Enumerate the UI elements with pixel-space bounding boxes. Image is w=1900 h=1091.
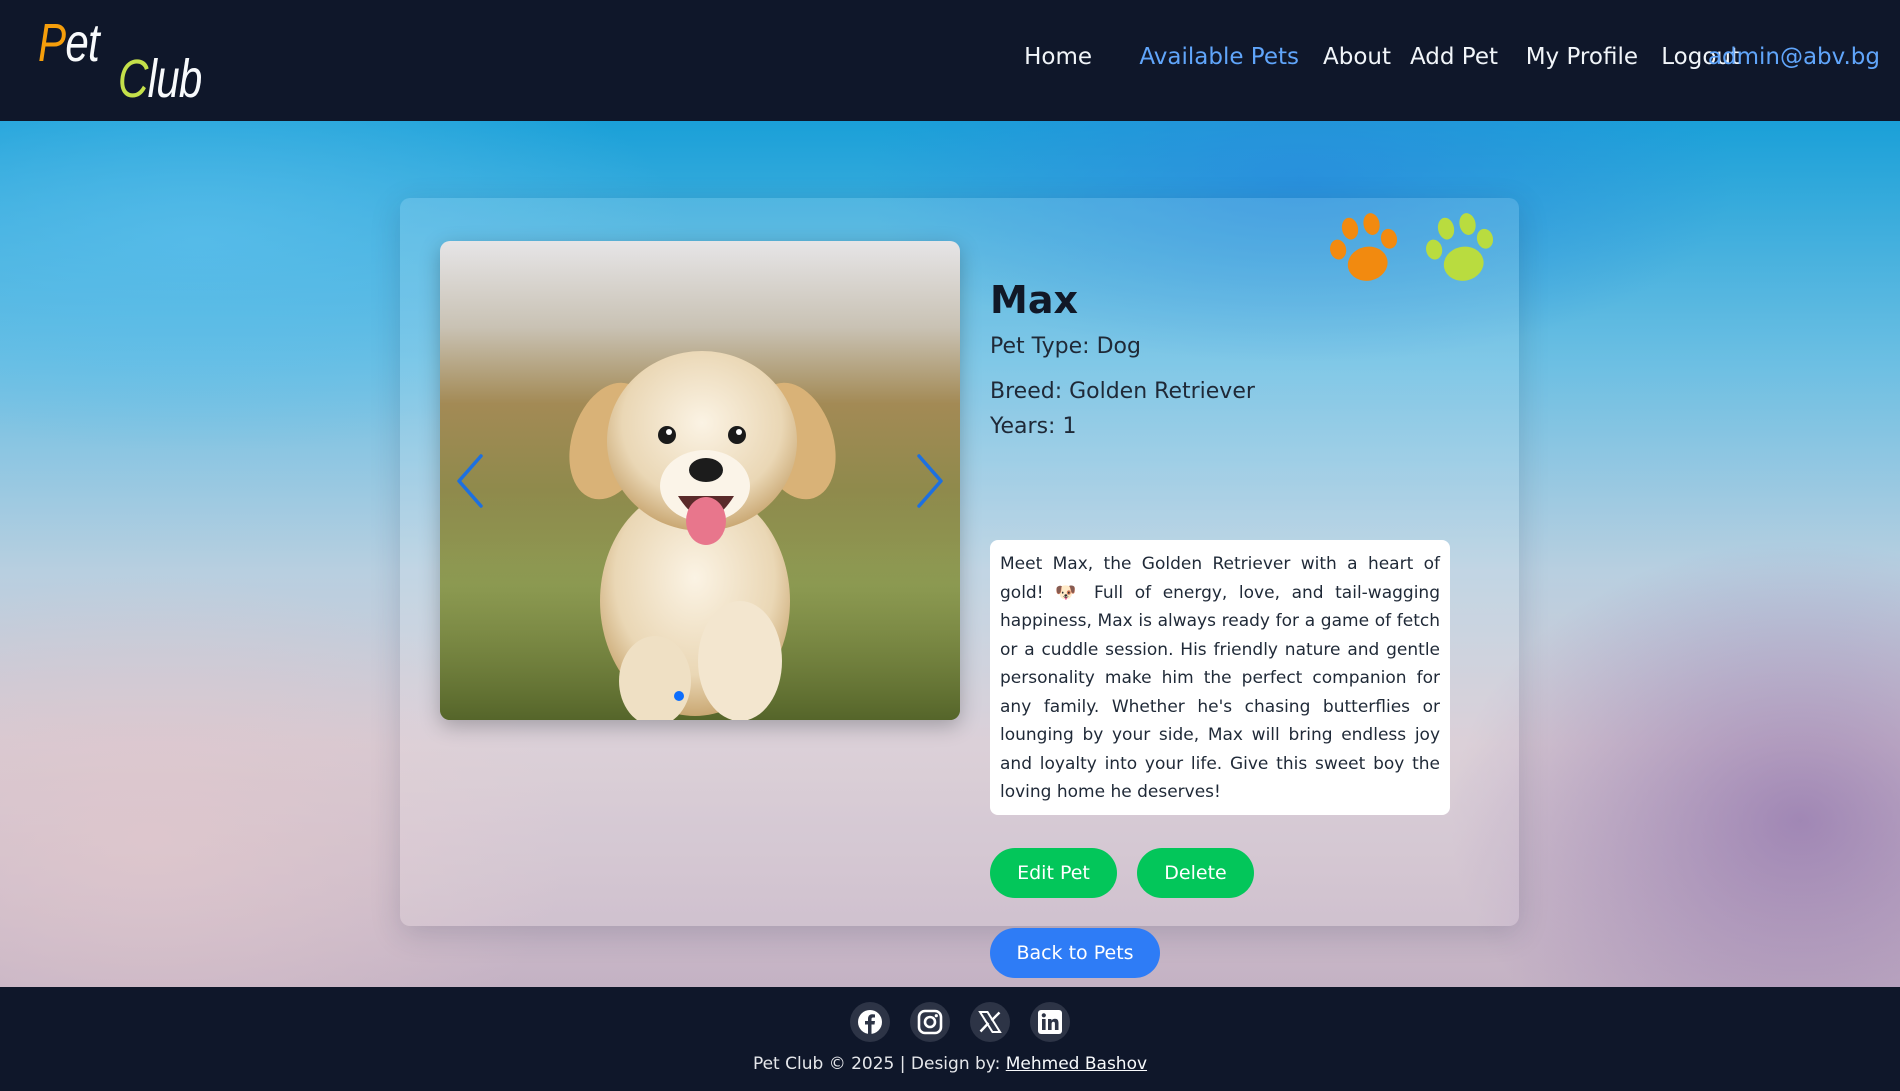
- x-link[interactable]: [970, 1002, 1010, 1042]
- copyright-text: Pet Club © 2025 | Design by:: [752, 1054, 1006, 1074]
- puppy-photo: [440, 351, 960, 720]
- facebook-link[interactable]: [850, 1002, 890, 1042]
- paw-prints-icon: [1330, 213, 1494, 281]
- pet-description: Meet Max, the Golden Retriever with a he…: [990, 540, 1450, 815]
- chevron-right-icon: [917, 454, 943, 508]
- linkedin-link[interactable]: [1030, 1002, 1070, 1042]
- carousel-prev-button[interactable]: [450, 451, 490, 511]
- chevron-left-icon: [457, 454, 483, 508]
- designer-link[interactable]: Mehmed Bashov: [1006, 1054, 1147, 1074]
- back-to-pets-button[interactable]: Back to Pets: [990, 928, 1160, 978]
- pet-name: Max: [990, 278, 1078, 322]
- site-header: Pet Club Home Available Pets About Add P…: [0, 0, 1900, 121]
- nav-about[interactable]: About: [1323, 44, 1391, 70]
- delete-button[interactable]: Delete: [1137, 848, 1254, 898]
- edit-pet-button[interactable]: Edit Pet: [990, 848, 1117, 898]
- nav-available-pets[interactable]: Available Pets: [1139, 44, 1299, 70]
- main-content: Max Pet Type: Dog Breed: Golden Retrieve…: [0, 121, 1900, 987]
- pet-details-card: Max Pet Type: Dog Breed: Golden Retrieve…: [400, 198, 1519, 978]
- footer-copyright: Pet Club © 2025 | Design by: Mehmed Bash…: [0, 1054, 1900, 1074]
- pet-image-carousel[interactable]: [440, 241, 960, 720]
- carousel-indicator-1[interactable]: [674, 691, 684, 701]
- pet-type: Pet Type: Dog: [990, 334, 1141, 359]
- pet-breed: Breed: Golden Retriever: [990, 379, 1255, 404]
- logo-word-pet: Pet: [38, 13, 100, 73]
- carousel-indicators: [674, 691, 684, 701]
- nav-my-profile[interactable]: My Profile: [1526, 44, 1638, 70]
- nav-user-email[interactable]: admin@abv.bg: [1708, 44, 1880, 70]
- pet-club-logo[interactable]: Pet Club: [38, 12, 208, 109]
- facebook-icon: [858, 1010, 882, 1034]
- site-footer: Pet Club © 2025 | Design by: Mehmed Bash…: [0, 987, 1900, 1091]
- pet-years: Years: 1: [990, 414, 1077, 439]
- linkedin-icon: [1038, 1010, 1062, 1034]
- x-icon: [978, 1011, 1002, 1033]
- instagram-link[interactable]: [910, 1002, 950, 1042]
- logo-word-club: Club: [118, 49, 202, 109]
- nav-home[interactable]: Home: [1024, 44, 1092, 70]
- instagram-icon: [917, 1009, 943, 1035]
- carousel-next-button[interactable]: [910, 451, 950, 511]
- nav-add-pet[interactable]: Add Pet: [1410, 44, 1498, 70]
